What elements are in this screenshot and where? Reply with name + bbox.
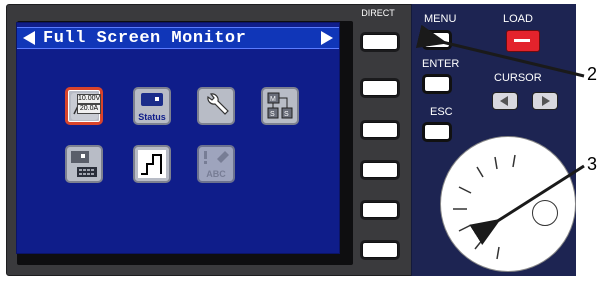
callout-arrows bbox=[415, 24, 585, 246]
callout-2: 2 bbox=[587, 64, 598, 84]
callout-3: 3 bbox=[587, 154, 598, 174]
